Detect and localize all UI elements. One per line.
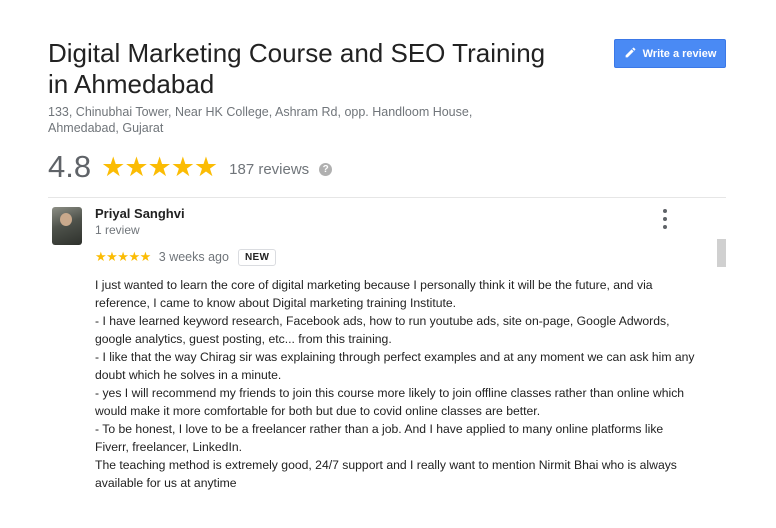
help-icon[interactable]: ? xyxy=(319,162,333,176)
review-text: I just wanted to learn the core of digit… xyxy=(95,276,700,492)
rating-summary: 4.8 ★★★★★ 187 reviews ? xyxy=(48,148,333,186)
review-count-link[interactable]: 187 reviews xyxy=(229,161,309,178)
review-paragraph: - I like that the way Chirag sir was exp… xyxy=(95,350,695,382)
write-review-label: Write a review xyxy=(642,47,717,60)
review-meta-row: ★★★★★ 3 weeks ago NEW xyxy=(95,248,277,266)
review-paragraph: - To be honest, I love to be a freelance… xyxy=(95,422,664,454)
scrollbar-thumb[interactable] xyxy=(717,239,726,267)
review-stars: ★★★★★ xyxy=(95,249,151,264)
reviewer-name[interactable]: Priyal Sanghvi xyxy=(95,206,185,221)
review-paragraph: I just wanted to learn the core of digit… xyxy=(95,278,653,310)
review-paragraph: - yes I will recommend my friends to joi… xyxy=(95,386,685,418)
avatar[interactable] xyxy=(52,207,82,245)
new-badge: NEW xyxy=(237,248,277,266)
divider xyxy=(48,197,726,198)
rating-stars: ★★★★★ xyxy=(101,151,218,182)
place-title: Digital Marketing Course and SEO Trainin… xyxy=(48,38,546,99)
review-time: 3 weeks ago xyxy=(158,250,229,264)
review-paragraph: The teaching method is extremely good, 2… xyxy=(95,458,677,490)
write-review-button[interactable]: Write a review xyxy=(614,39,726,68)
more-options-icon[interactable] xyxy=(658,209,672,229)
place-address: 133, Chinubhai Tower, Near HK College, A… xyxy=(48,105,473,135)
review-paragraph: - I have learned keyword research, Faceb… xyxy=(95,314,670,346)
reviewer-review-count: 1 review xyxy=(95,223,140,237)
rating-value: 4.8 xyxy=(48,149,92,184)
pencil-icon xyxy=(624,46,637,62)
